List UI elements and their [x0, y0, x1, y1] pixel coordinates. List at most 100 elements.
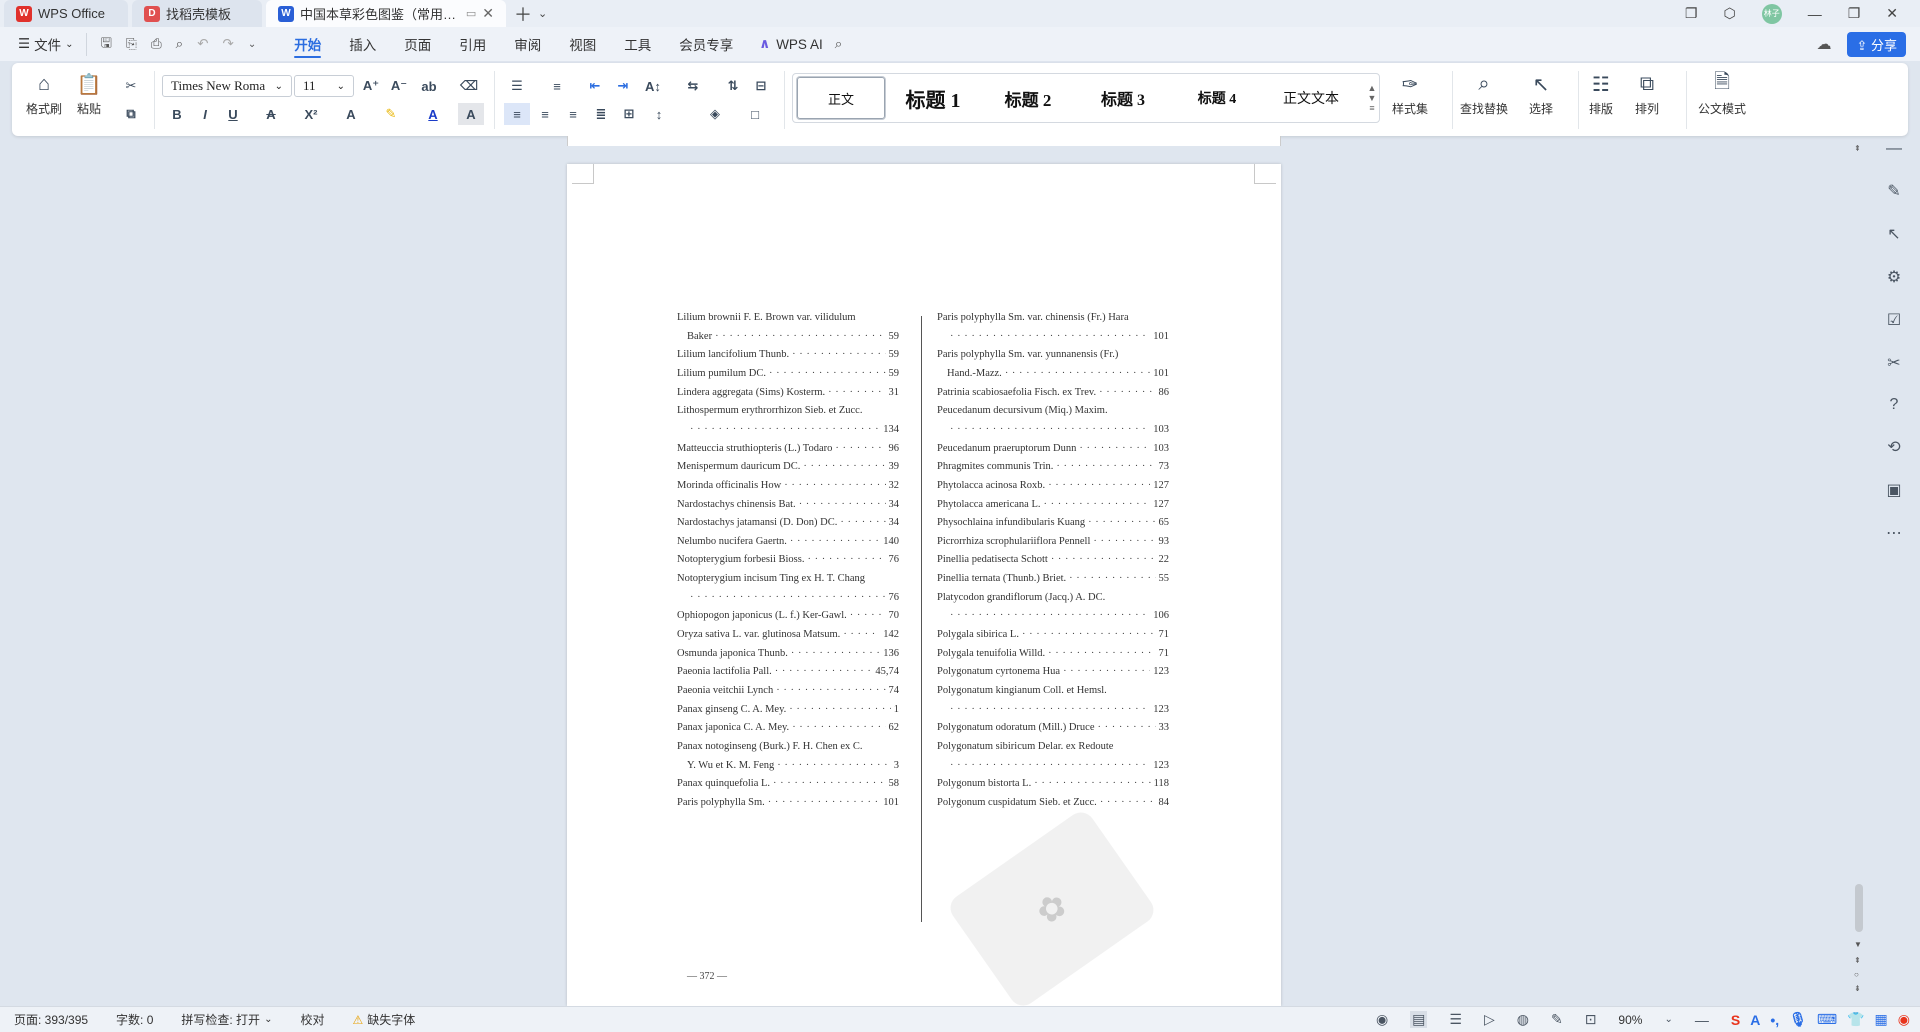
- expand-icon[interactable]: ≡: [1369, 103, 1374, 113]
- clear-format-icon[interactable]: ⌫: [456, 75, 482, 97]
- copy-icon[interactable]: ⧉: [118, 103, 144, 125]
- close-window-icon[interactable]: ✕: [1886, 5, 1898, 22]
- tab-member[interactable]: 会员专享: [665, 27, 747, 61]
- window-layout-icon[interactable]: ❐: [1685, 5, 1698, 22]
- select-browse-icon[interactable]: ○: [1854, 970, 1859, 979]
- font-color-icon[interactable]: A: [420, 103, 446, 125]
- next-page-icon[interactable]: ⇟: [1854, 984, 1861, 993]
- export-icon[interactable]: ⎘: [126, 36, 137, 52]
- tab-review[interactable]: 审阅: [500, 27, 555, 61]
- play-icon[interactable]: ▷: [1484, 1011, 1495, 1028]
- settings-sliders-icon[interactable]: ⚙: [1887, 267, 1901, 287]
- avatar[interactable]: 林子: [1761, 3, 1782, 24]
- cloud-upload-icon[interactable]: ☁: [1816, 35, 1831, 53]
- pen-icon[interactable]: ✎: [1887, 181, 1900, 201]
- web-view-icon[interactable]: ◍: [1517, 1011, 1529, 1028]
- align-left-icon[interactable]: ≡: [504, 103, 530, 125]
- tab-page[interactable]: 页面: [390, 27, 445, 61]
- chevron-up-icon[interactable]: ▲: [1368, 83, 1377, 93]
- arrange-button[interactable]: ⧉ 排列: [1634, 71, 1660, 117]
- eye-icon[interactable]: ◉: [1376, 1011, 1388, 1028]
- print-preview-icon[interactable]: ⌕: [176, 36, 184, 52]
- find-replace-button[interactable]: ⌕ 查找替换: [1460, 71, 1508, 117]
- zoom-out-icon[interactable]: —: [1695, 1012, 1709, 1028]
- justify-icon[interactable]: ≣: [588, 103, 614, 125]
- cut-icon[interactable]: ✂: [118, 75, 144, 97]
- more-icon[interactable]: ⋯: [1886, 523, 1902, 543]
- tray-logo-icon[interactable]: ◉: [1898, 1011, 1910, 1028]
- search-icon[interactable]: ⌕: [835, 36, 843, 52]
- style-set-button[interactable]: ✑ 样式集: [1392, 71, 1428, 117]
- new-tab-button[interactable]: ＋ ⌄: [506, 0, 555, 27]
- bullet-list-icon[interactable]: ☰: [504, 75, 530, 97]
- share-button[interactable]: ⇪ 分享: [1847, 31, 1906, 57]
- punctuation-icon[interactable]: •,: [1770, 1012, 1779, 1028]
- tab-wps-office[interactable]: W WPS Office: [4, 0, 128, 27]
- tools-icon[interactable]: ✂: [1887, 353, 1900, 373]
- save-icon[interactable]: 🖫: [101, 33, 113, 56]
- style-heading-2[interactable]: 标题 2: [981, 77, 1075, 119]
- skin-icon[interactable]: 👕: [1847, 1011, 1864, 1028]
- official-mode-button[interactable]: 🗎 公文模式: [1698, 71, 1746, 117]
- chevron-down-icon[interactable]: ⌄: [248, 39, 256, 50]
- format-painter-button[interactable]: ⌂ 格式刷: [26, 71, 62, 117]
- proofread-button[interactable]: 校对: [286, 1011, 338, 1028]
- keyboard-icon[interactable]: ⌨: [1817, 1011, 1837, 1028]
- align-right-icon[interactable]: ≡: [560, 103, 586, 125]
- tab-document[interactable]: W 中国本草彩色图鉴（常用中药篇） ▭ ✕: [266, 0, 506, 27]
- sort-convert-icon[interactable]: ⇆: [680, 75, 706, 97]
- chevron-down-icon[interactable]: ▼: [1368, 93, 1377, 103]
- redo-icon[interactable]: ↷: [223, 36, 234, 52]
- font-name-select[interactable]: Times New Roma ⌄: [162, 75, 292, 97]
- bold-icon[interactable]: B: [164, 103, 190, 125]
- tab-insert[interactable]: 插入: [335, 27, 390, 61]
- text-input-icon[interactable]: A: [1750, 1012, 1760, 1028]
- tab-references[interactable]: 引用: [445, 27, 500, 61]
- pointer-icon[interactable]: ↖: [1887, 224, 1900, 244]
- collapse-icon[interactable]: —: [1886, 140, 1902, 158]
- wps-ai-button[interactable]: ∧ WPS AI: [747, 36, 834, 52]
- tab-tools[interactable]: 工具: [610, 27, 665, 61]
- style-heading-1[interactable]: 标题 1: [885, 77, 981, 119]
- zoom-level[interactable]: 90%: [1618, 1013, 1642, 1027]
- help-icon[interactable]: ?: [1890, 396, 1899, 414]
- write-mode-icon[interactable]: ✎: [1551, 1011, 1563, 1028]
- scroll-thumb[interactable]: [1855, 884, 1863, 932]
- style-body-text[interactable]: 正文文本: [1263, 77, 1359, 119]
- tab-home[interactable]: 开始: [280, 27, 335, 61]
- gallery-scroll[interactable]: ▲ ▼ ≡: [1365, 83, 1379, 113]
- highlight-icon[interactable]: ✎: [378, 103, 404, 125]
- undo-icon[interactable]: ↶: [197, 36, 208, 52]
- shading-icon[interactable]: ◈: [702, 103, 728, 125]
- spellcheck-toggle[interactable]: 拼写检查: 打开 ⌄: [167, 1011, 286, 1028]
- increase-indent-icon[interactable]: ⇥: [610, 75, 636, 97]
- layout-button[interactable]: ☷ 排版: [1588, 71, 1614, 117]
- chevron-down-icon[interactable]: ⌄: [538, 7, 547, 20]
- page-view-icon[interactable]: ▤: [1410, 1011, 1428, 1028]
- style-heading-3[interactable]: 标题 3: [1075, 77, 1171, 119]
- image-tool-icon[interactable]: ▣: [1886, 480, 1901, 500]
- minimize-icon[interactable]: —: [1808, 6, 1822, 22]
- grid-apps-icon[interactable]: ▦: [1875, 1011, 1888, 1028]
- align-center-icon[interactable]: ≡: [532, 103, 558, 125]
- sort-icon[interactable]: ⇅: [720, 75, 746, 97]
- underline-icon[interactable]: U: [220, 103, 246, 125]
- page-count[interactable]: 页面: 393/395: [0, 1011, 102, 1028]
- chevron-down-icon[interactable]: ⌄: [1664, 1014, 1672, 1025]
- print-icon[interactable]: ⎙: [151, 36, 162, 52]
- shrink-font-icon[interactable]: A⁻: [386, 75, 412, 97]
- missing-font-button[interactable]: ⚠ 缺失字体: [338, 1011, 429, 1028]
- line-spacing-icon[interactable]: ↕: [646, 103, 672, 125]
- style-heading-4[interactable]: 标题 4: [1171, 77, 1263, 119]
- paste-button[interactable]: 📋 粘贴: [76, 71, 102, 117]
- font-size-select[interactable]: 11 ⌄: [294, 75, 354, 97]
- table-borders-icon[interactable]: ⊟: [748, 75, 774, 97]
- document-check-icon[interactable]: ☑: [1887, 310, 1901, 330]
- char-shading-icon[interactable]: A: [458, 103, 484, 125]
- scroll-down-icon[interactable]: ▼: [1854, 940, 1862, 949]
- file-menu[interactable]: ☰ 文件 ⌄: [0, 34, 86, 54]
- scroll-top-icon[interactable]: ⇞: [1854, 144, 1861, 153]
- style-normal[interactable]: 正文: [797, 77, 885, 119]
- tab-docer-templates[interactable]: D 找稻壳模板: [132, 0, 262, 27]
- prev-page-icon[interactable]: ⇞: [1854, 956, 1861, 965]
